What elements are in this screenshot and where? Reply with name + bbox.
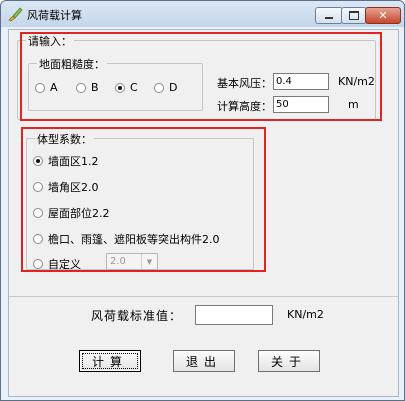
dialog-body: 请输入： 地面粗糙度： A B C D 基本风压： 0.4 KN/m2 计算高度… bbox=[8, 29, 399, 397]
about-button[interactable]: 关于 bbox=[258, 350, 320, 372]
exit-button[interactable]: 退出 bbox=[173, 350, 235, 372]
highlight-shape-area bbox=[21, 127, 266, 272]
app-window: 风荷载计算 ✕ 请输入： 地面粗糙度： A B C D 基本风压： 0.4 KN… bbox=[0, 0, 405, 401]
calculate-button[interactable]: 计算 bbox=[79, 350, 141, 372]
result-unit: KN/m2 bbox=[287, 308, 324, 321]
highlight-input-area bbox=[20, 32, 382, 121]
close-icon: ✕ bbox=[378, 9, 388, 22]
calculate-button-label: 计算 bbox=[91, 354, 128, 369]
maximize-button[interactable] bbox=[341, 7, 367, 24]
minimize-button[interactable] bbox=[315, 7, 343, 24]
result-label: 风荷载标准值： bbox=[91, 309, 183, 323]
title-bar[interactable]: 风荷载计算 ✕ bbox=[1, 1, 404, 27]
result-output[interactable] bbox=[195, 305, 273, 325]
brush-icon bbox=[8, 7, 23, 22]
maximize-icon bbox=[349, 11, 359, 20]
minimize-icon bbox=[325, 17, 333, 19]
exit-button-label: 退出 bbox=[185, 354, 222, 369]
window-title: 风荷载计算 bbox=[27, 9, 82, 22]
close-button[interactable]: ✕ bbox=[365, 7, 401, 24]
about-button-label: 关于 bbox=[270, 354, 307, 369]
divider bbox=[9, 296, 398, 297]
